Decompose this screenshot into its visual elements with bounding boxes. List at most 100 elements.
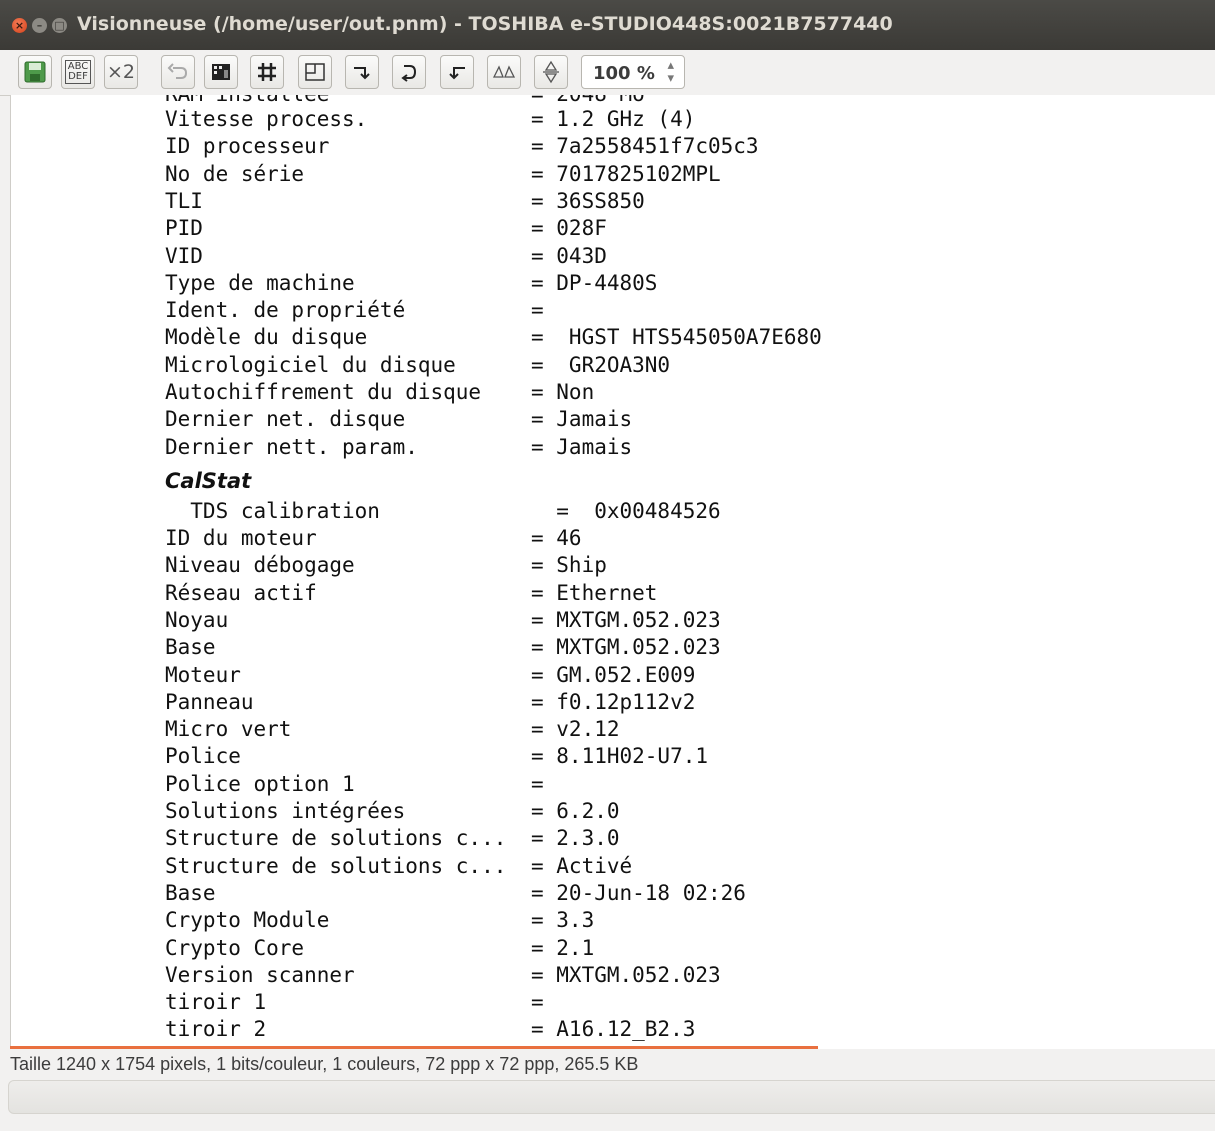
info-label: ID du moteur: [165, 526, 317, 550]
rotate-right-button[interactable]: [345, 55, 379, 89]
info-value: = 2.1: [531, 936, 595, 960]
close-window-button[interactable]: ×: [12, 18, 27, 33]
info-label: RAM installée: [165, 95, 329, 106]
flip-horizontal-button[interactable]: [487, 55, 521, 89]
zoom-2x-button[interactable]: ×2: [104, 55, 138, 89]
info-value: = 6.2.0: [531, 799, 620, 823]
info-value: = 7017825102MPL: [531, 162, 721, 186]
info-value: = f0.12p112v2: [531, 690, 696, 714]
crop-button[interactable]: [204, 55, 238, 89]
info-value: = v2.12: [531, 717, 620, 741]
maximize-icon: □: [54, 19, 65, 32]
info-value: = 1.2 GHz (4): [531, 107, 696, 131]
info-value: = Jamais: [531, 407, 633, 431]
info-label: tiroir 2: [165, 1017, 267, 1041]
save-icon: [24, 61, 46, 83]
info-label: tiroir 1: [165, 990, 267, 1014]
info-label: Niveau débogage: [165, 553, 355, 577]
undo-button[interactable]: [161, 55, 195, 89]
info-label: PID: [165, 216, 203, 240]
info-label: Moteur: [165, 663, 241, 687]
info-label: Réseau actif: [165, 581, 317, 605]
info-label: Crypto Core: [165, 936, 305, 960]
minimize-window-button[interactable]: –: [32, 18, 47, 33]
info-value: = MXTGM.052.023: [531, 608, 721, 632]
info-label: Structure de solutions c...: [165, 854, 507, 878]
close-icon: ×: [14, 19, 25, 32]
info-value: =: [531, 772, 544, 796]
info-value: = 8.11H02-U7.1: [531, 744, 709, 768]
info-label: Micro vert: [165, 717, 292, 741]
window-title: Visionneuse (/home/user/out.pnm) - TOSHI…: [77, 13, 893, 35]
info-value: = 3.3: [531, 908, 595, 932]
info-value: = 028F: [531, 216, 607, 240]
document-view[interactable]: RAM installée = 2048 Mo Vitesse process. = …: [10, 95, 1215, 1049]
info-value: = 7a2558451f7c05c3: [531, 134, 759, 158]
info-label: TLI: [165, 189, 203, 213]
flip-vertical-button[interactable]: [534, 55, 568, 89]
info-label: No de série: [165, 162, 305, 186]
info-value: = 2.3.0: [531, 826, 620, 850]
grid-button[interactable]: [250, 55, 284, 89]
info-label: Panneau: [165, 690, 254, 714]
minimize-icon: –: [36, 19, 43, 32]
flip-horizontal-icon: [492, 65, 516, 78]
rotate-right-icon: [354, 67, 370, 80]
info-value: = MXTGM.052.023: [531, 635, 721, 659]
info-value: = DP-4480S: [531, 271, 658, 295]
info-label: Dernier net. disque: [165, 407, 406, 431]
select-region-icon: [305, 63, 325, 81]
info-value: =: [531, 298, 544, 322]
info-value: = 043D: [531, 244, 607, 268]
zoom-2x-icon: ×2: [106, 61, 135, 83]
zoom-value[interactable]: 100 %: [593, 63, 655, 84]
info-label: Modèle du disque: [165, 325, 368, 349]
info-label: Ident. de propriété: [165, 298, 406, 322]
info-value: = 0x00484526: [531, 499, 721, 523]
info-label: Base: [165, 635, 216, 659]
info-value: = GM.052.E009: [531, 663, 696, 687]
zoom-spinbox[interactable]: 100 % ▴ ▾: [581, 55, 685, 89]
info-label: Type de machine: [165, 271, 355, 295]
select-region-button[interactable]: [298, 55, 332, 89]
info-value: = 2048 Mo: [531, 95, 645, 106]
info-label: Micrologiciel du disque: [165, 353, 456, 377]
info-label: ID processeur: [165, 134, 330, 158]
info-label: TDS calibration: [165, 499, 380, 523]
rotate-180-button[interactable]: [392, 55, 426, 89]
info-value: = Ship: [531, 553, 607, 577]
flip-vertical-icon: [543, 60, 559, 84]
info-label: Dernier nett. param.: [165, 435, 418, 459]
info-value: = Non: [531, 380, 595, 404]
ocr-button[interactable]: ABC DEF: [61, 55, 95, 89]
spin-arrows-icon[interactable]: ▴ ▾: [667, 59, 674, 85]
status-bar: Taille 1240 x 1754 pixels, 1 bits/couleu…: [0, 1049, 1215, 1081]
info-value: = GR2OA3N0: [531, 353, 671, 377]
bottom-panel: [8, 1080, 1215, 1114]
info-label: Base: [165, 881, 216, 905]
info-label: Version scanner: [165, 963, 355, 987]
info-label: Structure de solutions c...: [165, 826, 507, 850]
status-text: Taille 1240 x 1754 pixels, 1 bits/couleu…: [10, 1054, 639, 1074]
info-label: Autochiffrement du disque: [165, 380, 482, 404]
save-button[interactable]: [18, 55, 52, 89]
info-value: = A16.12_B2.3: [531, 1017, 696, 1041]
info-label: Police option 1: [165, 772, 355, 796]
info-value: = 46: [531, 526, 582, 550]
info-value: = 36SS850: [531, 189, 645, 213]
info-label: VID: [165, 244, 203, 268]
info-value: =: [531, 990, 544, 1014]
info-value: = HGST HTS545050A7E680: [531, 325, 822, 349]
info-label: Police: [165, 744, 241, 768]
info-value: = MXTGM.052.023: [531, 963, 721, 987]
info-value: = 20-Jun-18 02:26: [531, 881, 746, 905]
info-label: Noyau: [165, 608, 229, 632]
maximize-window-button[interactable]: □: [52, 18, 67, 33]
info-label: Vitesse process.: [165, 107, 368, 131]
ocr-icon: ABC DEF: [64, 60, 92, 84]
crop-icon: [212, 64, 230, 80]
info-label: Solutions intégrées: [165, 799, 406, 823]
toolbar: ABC DEF ×2 100 % ▴ ▾: [0, 50, 1215, 96]
rotate-left-button[interactable]: [440, 55, 474, 89]
grid-icon: [258, 63, 276, 81]
